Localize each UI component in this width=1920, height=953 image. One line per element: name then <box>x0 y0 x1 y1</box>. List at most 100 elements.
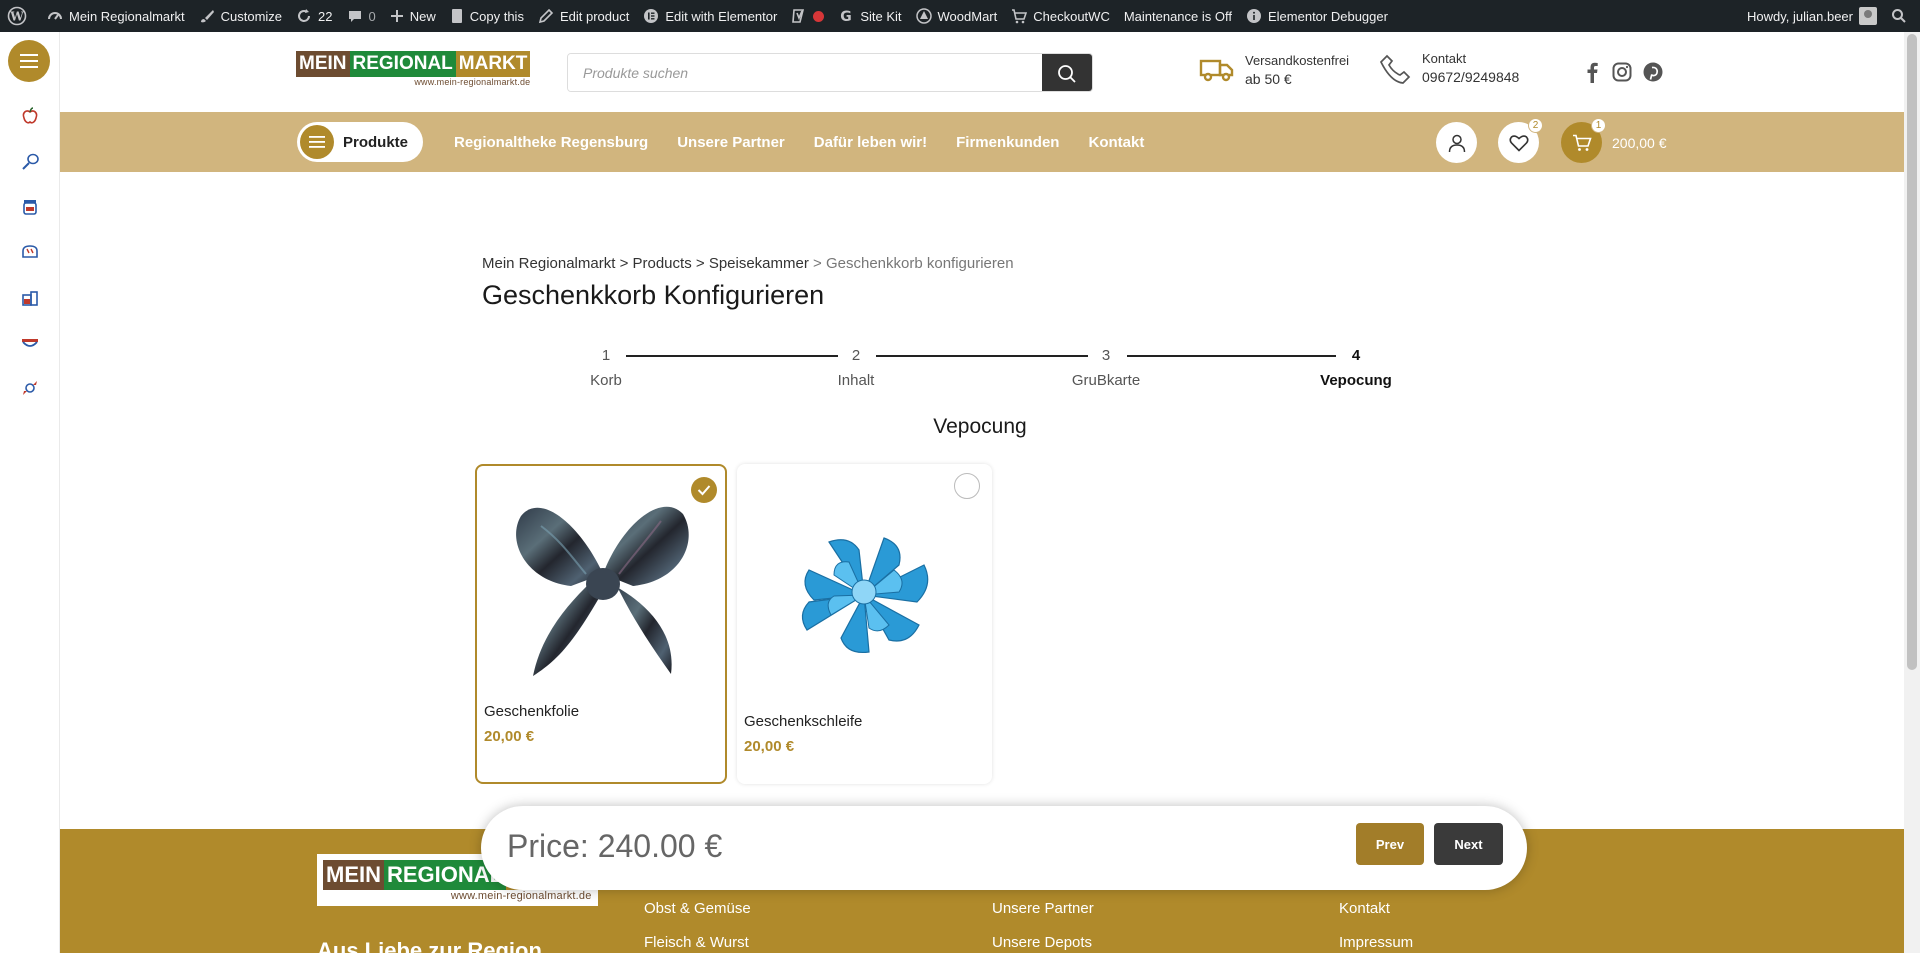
footer-link[interactable]: Fleisch & Wurst <box>644 934 751 953</box>
prev-button[interactable]: Prev <box>1356 823 1424 865</box>
step-section-title: Vepocung <box>933 415 1027 438</box>
footer-link[interactable]: Obst & Gemüse <box>644 900 751 934</box>
nav-link-partner[interactable]: Unsere Partner <box>677 134 785 151</box>
product-name[interactable]: Geschenkschleife <box>744 713 862 730</box>
footer-link[interactable]: Unsere Partner <box>992 900 1094 934</box>
admin-new[interactable]: New <box>383 0 443 32</box>
jar-icon[interactable] <box>18 195 42 219</box>
dashboard-icon <box>48 12 62 20</box>
admin-checkoutwc[interactable]: CheckoutWC <box>1004 0 1117 32</box>
wordpress-logo-icon[interactable]: W <box>0 0 40 32</box>
truck-icon <box>1199 59 1234 82</box>
admin-elementor-debugger[interactable]: Elementor Debugger <box>1239 0 1395 32</box>
admin-comments-count: 0 <box>368 8 376 24</box>
plus-icon <box>390 10 403 22</box>
admin-new-label: New <box>409 8 436 24</box>
main-navigation: Produkte Regionaltheke Regensburg Unsere… <box>60 112 1904 172</box>
nav-link-kontakt[interactable]: Kontakt <box>1088 134 1144 151</box>
step-4-number[interactable]: 4 <box>1341 347 1371 364</box>
instagram-icon[interactable] <box>1611 61 1633 83</box>
site-logo[interactable]: MEIN REGIONAL MARKT www.mein-regionalmar… <box>296 51 531 87</box>
select-radio[interactable] <box>954 473 980 499</box>
admin-copy-this[interactable]: Copy this <box>443 0 531 32</box>
search-icon <box>1892 9 1906 23</box>
pinterest-icon[interactable] <box>1642 61 1664 83</box>
admin-site-kit[interactable]: G Site Kit <box>831 0 908 32</box>
footer-link[interactable]: Impressum <box>1339 934 1413 953</box>
bowl-icon[interactable] <box>18 331 42 355</box>
breadcrumb-products[interactable]: Products <box>633 255 692 272</box>
product-search <box>567 53 1093 92</box>
admin-search[interactable] <box>1884 0 1920 32</box>
admin-maintenance[interactable]: Maintenance is Off <box>1117 0 1239 32</box>
menu-toggle-button[interactable] <box>8 40 50 82</box>
scrollbar-thumb[interactable] <box>1907 34 1917 670</box>
products-menu-button[interactable]: Produkte <box>297 122 423 162</box>
heart-icon <box>1508 134 1529 152</box>
step-2-label[interactable]: Inhalt <box>796 372 916 389</box>
admin-updates[interactable]: 22 <box>289 0 339 32</box>
copy-icon <box>451 9 462 23</box>
breadcrumb-category[interactable]: Speisekammer <box>709 255 809 272</box>
apple-icon[interactable] <box>18 104 42 128</box>
candy-icon[interactable] <box>18 376 42 400</box>
product-card-geschenkschleife[interactable]: Geschenkschleife 20,00 € <box>737 464 992 784</box>
step-1-label[interactable]: Korb <box>546 372 666 389</box>
account-button[interactable] <box>1436 122 1477 163</box>
search-button[interactable] <box>1042 54 1092 91</box>
step-connector <box>626 355 838 357</box>
step-4-label[interactable]: Vepocung <box>1296 372 1416 389</box>
shipping-info: Versandkostenfrei ab 50 € <box>1199 52 1349 88</box>
admin-howdy-label: Howdy, julian.beer <box>1747 8 1853 24</box>
footer-link[interactable]: Kontakt <box>1339 900 1413 934</box>
step-3-label[interactable]: GruBkarte <box>1046 372 1166 389</box>
admin-copy-this-label: Copy this <box>469 8 524 24</box>
cart-button[interactable]: 1 200,00 € <box>1561 118 1667 163</box>
facebook-icon[interactable] <box>1582 61 1602 83</box>
step-2-number[interactable]: 2 <box>841 347 871 364</box>
next-button[interactable]: Next <box>1434 823 1503 865</box>
breadcrumb: Mein Regionalmarkt > Products > Speiseka… <box>482 255 1014 272</box>
step-1-number[interactable]: 1 <box>591 347 621 364</box>
pencil-icon <box>538 8 554 24</box>
logo-text-mein: MEIN <box>323 860 384 890</box>
search-input[interactable] <box>568 54 1042 91</box>
admin-account[interactable]: Howdy, julian.beer <box>1740 0 1884 32</box>
page-scrollbar[interactable] <box>1904 32 1920 953</box>
drinks-icon[interactable] <box>18 286 42 310</box>
phone-hand-icon <box>1379 54 1411 84</box>
product-card-geschenkfolie[interactable]: Geschenkfolie 20,00 € <box>475 464 727 784</box>
admin-woodmart[interactable]: WoodMart <box>909 0 1005 32</box>
bread-icon[interactable] <box>18 240 42 264</box>
admin-edit-product-label: Edit product <box>559 8 630 24</box>
step-3-number[interactable]: 3 <box>1091 347 1121 364</box>
admin-comments[interactable]: 0 <box>340 0 383 32</box>
nav-link-mission[interactable]: Dafür leben wir! <box>814 134 927 151</box>
wishlist-button[interactable]: 2 <box>1498 118 1543 163</box>
user-icon <box>1448 134 1465 152</box>
step-connector <box>876 355 1088 357</box>
nav-link-firmenkunden[interactable]: Firmenkunden <box>956 134 1059 151</box>
admin-checkoutwc-label: CheckoutWC <box>1033 8 1110 24</box>
admin-updates-count: 22 <box>318 8 333 24</box>
contact-phone: 09672/9249848 <box>1422 69 1520 85</box>
admin-site-name[interactable]: Mein Regionalmarkt <box>40 0 192 32</box>
footer-link[interactable]: Unsere Depots <box>992 934 1094 953</box>
product-name[interactable]: Geschenkfolie <box>484 703 579 720</box>
svg-text:W: W <box>9 10 24 24</box>
breadcrumb-home[interactable]: Mein Regionalmarkt <box>482 255 615 272</box>
admin-yoast[interactable] <box>784 0 831 32</box>
nav-link-regionaltheke[interactable]: Regionaltheke Regensburg <box>454 134 648 151</box>
sticky-category-nav <box>0 32 60 953</box>
admin-woodmart-label: WoodMart <box>937 8 998 24</box>
admin-customize[interactable]: Customize <box>192 0 289 32</box>
breadcrumb-separator: > <box>695 255 705 272</box>
breadcrumb-current: Geschenkkorb konfigurieren <box>825 255 1014 272</box>
sausage-icon[interactable] <box>18 150 42 174</box>
admin-edit-product[interactable]: Edit product <box>531 0 636 32</box>
logo-text-markt: MARKT <box>455 51 531 77</box>
social-links <box>1582 61 1664 83</box>
admin-edit-elementor[interactable]: Edit with Elementor <box>636 0 784 32</box>
admin-maintenance-label: Maintenance is Off <box>1123 8 1232 24</box>
contact-info[interactable]: Kontakt 09672/9249848 <box>1377 50 1519 86</box>
